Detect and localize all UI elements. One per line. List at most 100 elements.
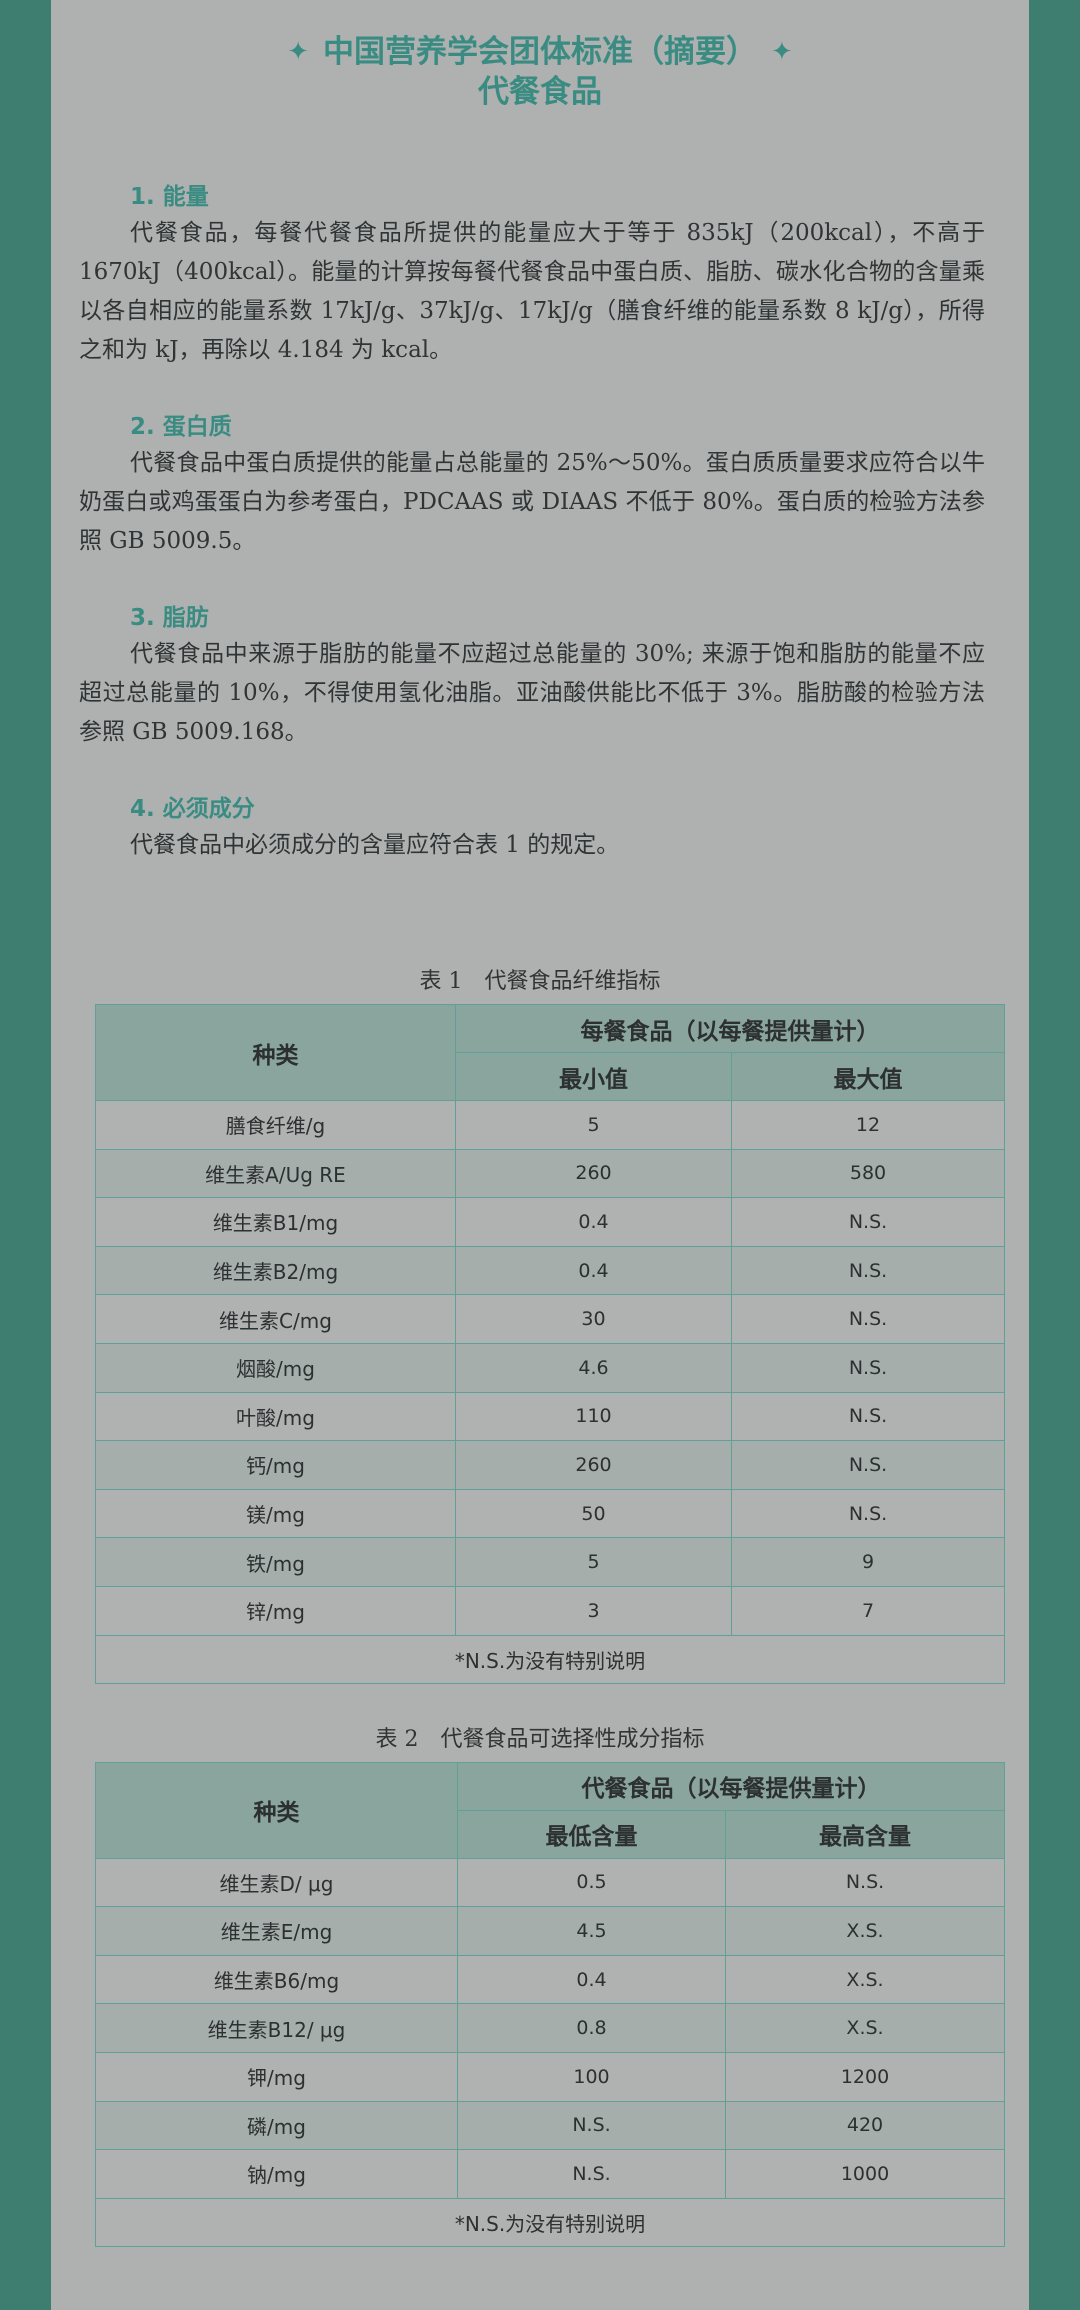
table-row: 烟酸/mg 4.6 N.S.: [95, 1342, 1005, 1393]
max-value: N.S.: [725, 1857, 1005, 1908]
row-label: 膳食纤维/g: [95, 1100, 456, 1150]
row-label: 磷/mg: [95, 2100, 458, 2151]
table1: 种类 每餐食品（以每餐提供量计） 最小值 最大值 膳食纤维/g 5 12 维生素A/U…: [95, 1004, 1005, 1684]
table2-head-type: 种类: [95, 1761, 458, 1859]
section-protein: 2. 蛋白质 代餐食品中蛋白质提供的能量占总能量的 25%～50%。蛋白质质量要…: [51, 410, 1029, 561]
min-value: 5: [455, 1537, 732, 1587]
table1-caption: 表 1 代餐食品纤维指标: [419, 969, 661, 994]
section-heading: 3. 脂肪: [130, 605, 209, 631]
max-value: X.S.: [725, 1906, 1005, 1956]
star-left-icon: ✦: [287, 37, 309, 67]
row-label: 维生素C/mg: [95, 1294, 456, 1344]
min-value: N.S.: [457, 2100, 726, 2151]
table1-body: 膳食纤维/g 5 12 维生素A/Ug RE 260 580 维生素B1/mg 0.4 N.S.…: [95, 1100, 1005, 1636]
table-row: 钠/mg N.S. 1000: [95, 2149, 1005, 2199]
section-heading: 2. 蛋白质: [130, 414, 232, 440]
row-label: 铁/mg: [95, 1537, 456, 1587]
min-value: 5: [455, 1100, 732, 1150]
row-label: 锌/mg: [95, 1585, 456, 1636]
table2-head-max: 最高含量: [725, 1809, 1005, 1859]
star-right-icon: ✦: [771, 37, 793, 67]
row-label: 维生素B1/mg: [95, 1197, 456, 1247]
table-row: 锌/mg 3 7: [95, 1585, 1005, 1636]
min-value: 50: [455, 1488, 732, 1539]
title-line-1: 中国营养学会团体标准（摘要）: [323, 34, 757, 70]
document-card: ✦ 中国营养学会团体标准（摘要） ✦ 代餐食品 1. 能量 代餐食品，每餐代餐食…: [51, 0, 1029, 2310]
section-text: 代餐食品中必须成分的含量应符合表 1 的规定。: [130, 832, 620, 858]
max-value: N.S.: [731, 1294, 1005, 1344]
max-value: 580: [731, 1148, 1005, 1199]
title-line-2: 代餐食品: [478, 74, 602, 110]
table1-head-group: 每餐食品（以每餐提供量计）: [455, 1004, 1005, 1053]
table-row: 维生素B2/mg 0.4 N.S.: [95, 1245, 1005, 1296]
max-value: N.S.: [731, 1245, 1005, 1296]
max-value: 1200: [725, 2051, 1005, 2102]
min-value: 0.8: [457, 2003, 726, 2053]
min-value: 260: [455, 1440, 732, 1490]
row-label: 维生素E/mg: [95, 1906, 458, 1956]
table-row: 维生素E/mg 4.5 X.S.: [95, 1906, 1005, 1956]
table-row: 钙/mg 260 N.S.: [95, 1440, 1005, 1490]
max-value: 9: [731, 1537, 1005, 1587]
table-row: 维生素A/Ug RE 260 580: [95, 1148, 1005, 1199]
table2-caption: 表 2 代餐食品可选择性成分指标: [375, 1726, 705, 1752]
min-value: 260: [455, 1148, 732, 1199]
section-fat: 3. 脂肪 代餐食品中来源于脂肪的能量不应超过总能量的 30%; 来源于饱和脂肪…: [51, 601, 1029, 752]
row-label: 钾/mg: [95, 2051, 458, 2102]
table-row: 维生素B12/ μg 0.8 X.S.: [95, 2003, 1005, 2053]
min-value: 4.6: [455, 1342, 732, 1393]
table-row: 维生素B1/mg 0.4 N.S.: [95, 1197, 1005, 1247]
table2-body: 维生素D/ μg 0.5 N.S. 维生素E/mg 4.5 X.S. 维生素B6/mg 0.4…: [95, 1857, 1005, 2199]
section-required: 4. 必须成分 代餐食品中必须成分的含量应符合表 1 的规定。: [51, 792, 1029, 865]
row-label: 叶酸/mg: [95, 1391, 456, 1442]
table-row: 磷/mg N.S. 420: [95, 2100, 1005, 2151]
section-heading: 1. 能量: [130, 184, 209, 210]
max-value: X.S.: [725, 1954, 1005, 2005]
max-value: 7: [731, 1585, 1005, 1636]
row-label: 维生素B2/mg: [95, 1245, 456, 1296]
table1-note: *N.S.为没有特别说明: [95, 1634, 1005, 1684]
min-value: 3: [455, 1585, 732, 1636]
max-value: 1000: [725, 2149, 1005, 2199]
max-value: N.S.: [731, 1342, 1005, 1393]
max-value: N.S.: [731, 1440, 1005, 1490]
document-title: ✦ 中国营养学会团体标准（摘要） ✦: [51, 32, 1029, 72]
min-value: N.S.: [457, 2149, 726, 2199]
table2: 种类 代餐食品（以每餐提供量计） 最低含量 最高含量 维生素D/ μg 0.5 N.…: [95, 1761, 1005, 2247]
table-row: 膳食纤维/g 5 12: [95, 1100, 1005, 1150]
section-text: 代餐食品中蛋白质提供的能量占总能量的 25%～50%。蛋白质质量要求应符合以牛奶…: [79, 450, 985, 554]
table-row: 维生素D/ μg 0.5 N.S.: [95, 1857, 1005, 1908]
table-row: 叶酸/mg 110 N.S.: [95, 1391, 1005, 1442]
table-row: 钾/mg 100 1200: [95, 2051, 1005, 2102]
table1-head-type: 种类: [95, 1004, 456, 1101]
section-text: 代餐食品，每餐代餐食品所提供的能量应大于等于 835kJ（200kcal），不高…: [79, 220, 985, 363]
row-label: 维生素D/ μg: [95, 1857, 458, 1908]
row-label: 钠/mg: [95, 2149, 458, 2199]
row-label: 烟酸/mg: [95, 1342, 456, 1393]
min-value: 0.5: [457, 1857, 726, 1908]
row-label: 维生素A/Ug RE: [95, 1148, 456, 1199]
table2-head-group: 代餐食品（以每餐提供量计）: [457, 1761, 1005, 1811]
max-value: X.S.: [725, 2003, 1005, 2053]
table1-head-max: 最大值: [731, 1052, 1005, 1101]
row-label: 钙/mg: [95, 1440, 456, 1490]
section-heading: 4. 必须成分: [130, 796, 255, 822]
row-label: 维生素B6/mg: [95, 1954, 458, 2005]
min-value: 110: [455, 1391, 732, 1442]
table-row: 镁/mg 50 N.S.: [95, 1488, 1005, 1539]
min-value: 0.4: [457, 1954, 726, 2005]
max-value: N.S.: [731, 1488, 1005, 1539]
table-row: 维生素C/mg 30 N.S.: [95, 1294, 1005, 1344]
min-value: 100: [457, 2051, 726, 2102]
min-value: 4.5: [457, 1906, 726, 1956]
table1-head-min: 最小值: [455, 1052, 732, 1101]
table-row: 维生素B6/mg 0.4 X.S.: [95, 1954, 1005, 2005]
max-value: 12: [731, 1100, 1005, 1150]
max-value: N.S.: [731, 1391, 1005, 1442]
min-value: 0.4: [455, 1245, 732, 1296]
section-energy: 1. 能量 代餐食品，每餐代餐食品所提供的能量应大于等于 835kJ（200kc…: [51, 180, 1029, 370]
table2-note: *N.S.为没有特别说明: [95, 2197, 1005, 2247]
max-value: 420: [725, 2100, 1005, 2151]
min-value: 30: [455, 1294, 732, 1344]
table-row: 铁/mg 5 9: [95, 1537, 1005, 1587]
